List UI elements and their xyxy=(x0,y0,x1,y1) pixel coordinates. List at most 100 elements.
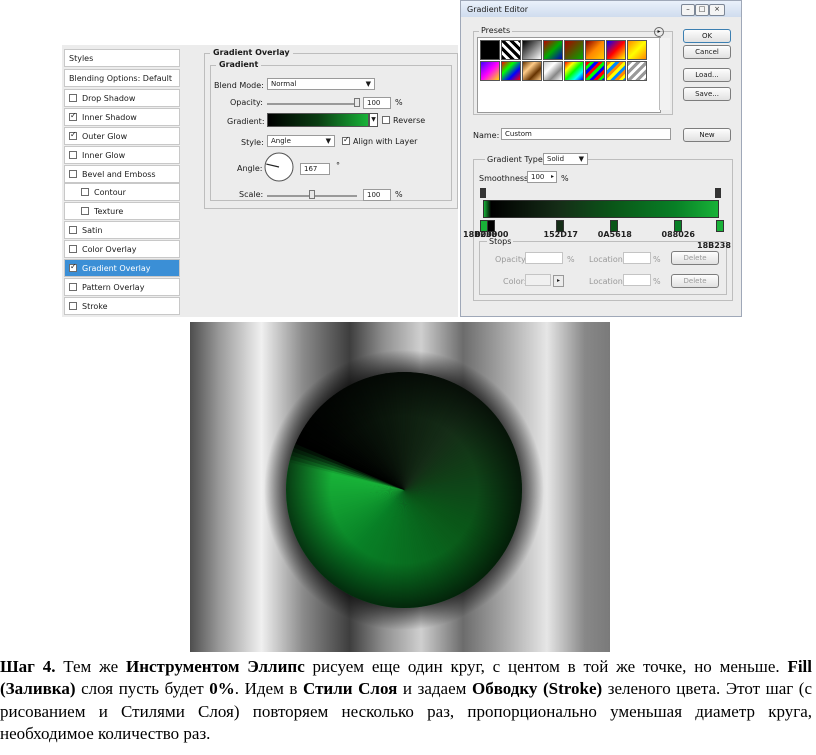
opacity-slider-knob[interactable] xyxy=(354,98,360,107)
opacity-input[interactable]: 100 xyxy=(363,97,391,109)
blend-mode-label: Blend Mode: xyxy=(214,81,264,90)
color-menu-icon[interactable]: ▸ xyxy=(553,275,564,287)
style-item-bevel-emboss[interactable]: Bevel and Emboss xyxy=(64,165,180,183)
close-icon[interactable]: × xyxy=(709,4,725,16)
color-stop-label: 152D17 xyxy=(543,230,578,239)
angle-input[interactable]: 167 xyxy=(300,163,330,175)
checkbox[interactable] xyxy=(69,262,77,272)
gradient-swatch[interactable] xyxy=(267,113,369,127)
align-layer-checkbox[interactable] xyxy=(342,135,350,145)
cancel-button[interactable]: Cancel xyxy=(683,45,731,59)
scale-input[interactable]: 100 xyxy=(363,189,391,201)
preset-swatch[interactable] xyxy=(543,61,563,81)
panel-title: Gradient Overlay xyxy=(210,48,293,57)
gradient-editor-dialog: Gradient Editor – □ × Presets ▸ OK Cance… xyxy=(460,0,742,317)
ok-button[interactable]: OK xyxy=(683,29,731,43)
preset-swatch[interactable] xyxy=(480,40,500,60)
new-button[interactable]: New xyxy=(683,128,731,142)
opacity-stop-left[interactable] xyxy=(480,188,486,198)
presets-scrollbar[interactable] xyxy=(659,38,670,110)
style-item-gradient-overlay[interactable]: Gradient Overlay xyxy=(64,259,180,277)
style-item-color-overlay[interactable]: Color Overlay xyxy=(64,240,180,258)
gradient-preview-bar[interactable] xyxy=(483,200,719,218)
style-item-inner-glow[interactable]: Inner Glow xyxy=(64,146,180,164)
style-item-drop-shadow[interactable]: Drop Shadow xyxy=(64,89,180,107)
presets-menu-icon[interactable]: ▸ xyxy=(654,27,664,37)
preset-swatch[interactable] xyxy=(564,61,584,81)
angle-dial[interactable] xyxy=(263,151,295,183)
preset-swatch[interactable] xyxy=(585,40,605,60)
load-button[interactable]: Load... xyxy=(683,68,731,82)
style-item-satin[interactable]: Satin xyxy=(64,221,180,239)
angle-unit: ° xyxy=(336,161,340,170)
color-stop-label: 0A5618 xyxy=(597,230,632,239)
stop-color-location-input[interactable] xyxy=(623,274,651,286)
name-label: Name: xyxy=(473,131,500,140)
styles-header[interactable]: Styles xyxy=(64,49,180,67)
dropdown-arrow-icon: ▼ xyxy=(325,137,331,145)
preset-swatch[interactable] xyxy=(585,61,605,81)
checkbox[interactable] xyxy=(69,170,77,178)
checkbox[interactable] xyxy=(69,151,77,159)
preset-swatch[interactable] xyxy=(480,61,500,81)
preset-swatch[interactable] xyxy=(501,40,521,60)
style-item-stroke[interactable]: Stroke xyxy=(64,297,180,315)
opacity-stop-right[interactable] xyxy=(715,188,721,198)
checkbox[interactable] xyxy=(81,188,89,196)
checkbox[interactable] xyxy=(69,226,77,234)
preset-swatch[interactable] xyxy=(522,61,542,81)
style-select[interactable]: Angle ▼ xyxy=(267,135,335,147)
checkbox[interactable] xyxy=(69,245,77,253)
maximize-icon[interactable]: □ xyxy=(695,4,709,16)
preset-swatch[interactable] xyxy=(501,61,521,81)
style-item-outer-glow[interactable]: Outer Glow xyxy=(64,127,180,145)
reverse-checkbox[interactable] xyxy=(382,116,390,124)
scale-slider-knob[interactable] xyxy=(309,190,315,199)
delete-opacity-stop-button[interactable]: Delete xyxy=(671,251,719,265)
opacity-slider[interactable] xyxy=(267,103,357,105)
color-stop-marker[interactable] xyxy=(716,220,724,232)
styles-list: Styles Blending Options: Default Drop Sh… xyxy=(62,45,182,317)
preset-swatch[interactable] xyxy=(564,40,584,60)
color-stop-label: 000000 xyxy=(475,230,509,239)
gradient-type-select[interactable]: Solid ▼ xyxy=(543,153,588,165)
preset-swatch[interactable] xyxy=(522,40,542,60)
delete-color-stop-button[interactable]: Delete xyxy=(671,274,719,288)
scale-label: Scale: xyxy=(239,190,264,199)
minimize-icon[interactable]: – xyxy=(681,4,695,16)
instruction-paragraph: Шаг 4. Тем же Инструментом Эллипс рисуем… xyxy=(0,657,813,744)
stop-opacity-unit: % xyxy=(567,255,575,264)
checkbox[interactable] xyxy=(81,207,89,215)
result-artwork xyxy=(190,322,610,652)
name-input[interactable]: Custom xyxy=(501,128,671,140)
checkbox[interactable] xyxy=(69,302,77,310)
checkbox[interactable] xyxy=(69,94,77,102)
checkbox[interactable] xyxy=(69,111,77,121)
style-item-contour[interactable]: Contour xyxy=(64,183,180,201)
preset-swatch[interactable] xyxy=(606,61,626,81)
dropdown-arrow-icon: ▼ xyxy=(365,80,371,88)
opacity-label: Opacity: xyxy=(230,98,263,107)
stop-color-swatch[interactable] xyxy=(525,274,551,286)
preset-swatch[interactable] xyxy=(627,61,647,81)
blend-mode-select[interactable]: Normal ▼ xyxy=(267,78,375,90)
checkbox[interactable] xyxy=(69,130,77,140)
dropdown-arrow-icon: ▸ xyxy=(550,173,554,180)
style-item-texture[interactable]: Texture xyxy=(64,202,180,220)
style-item-inner-shadow[interactable]: Inner Shadow xyxy=(64,108,180,126)
preset-swatch[interactable] xyxy=(543,40,563,60)
stop-color-location-unit: % xyxy=(653,277,661,286)
stop-opacity-location-input[interactable] xyxy=(623,252,651,264)
smoothness-input[interactable]: 100 ▸ xyxy=(527,171,557,183)
preset-swatch[interactable] xyxy=(627,40,647,60)
preset-swatch[interactable] xyxy=(606,40,626,60)
save-button[interactable]: Save... xyxy=(683,87,731,101)
checkbox[interactable] xyxy=(69,283,77,291)
smoothness-unit: % xyxy=(561,174,569,183)
stop-opacity-location-unit: % xyxy=(653,255,661,264)
group-title: Gradient xyxy=(216,60,262,69)
stop-opacity-input[interactable] xyxy=(525,252,563,264)
style-item-pattern-overlay[interactable]: Pattern Overlay xyxy=(64,278,180,296)
blending-options-item[interactable]: Blending Options: Default xyxy=(64,69,180,87)
gradient-dropdown-icon[interactable]: ▼ xyxy=(369,113,378,127)
